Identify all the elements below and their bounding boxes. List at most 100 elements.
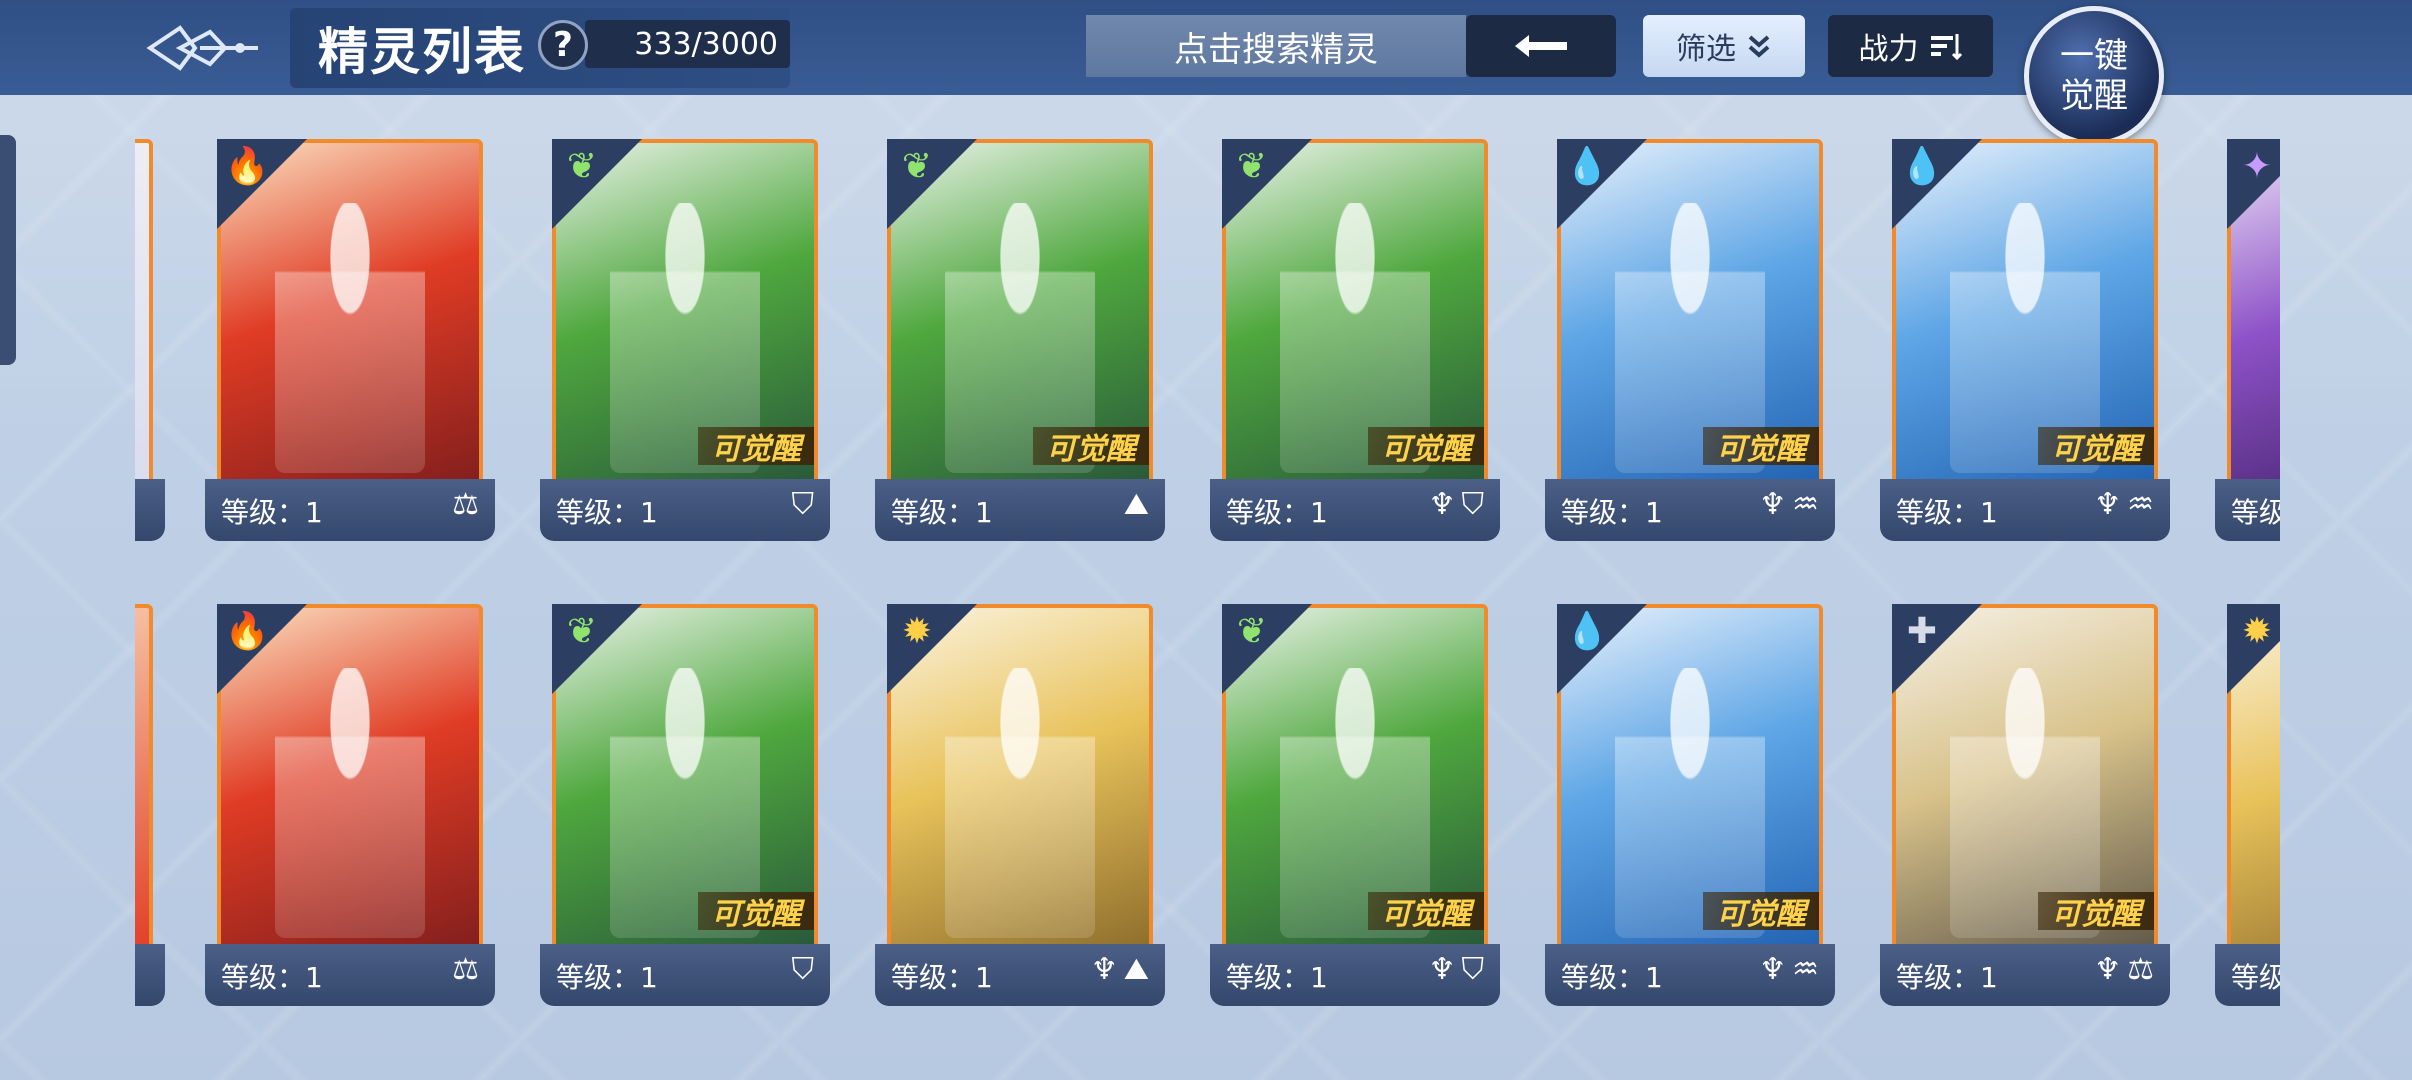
role-icons: ⛰ (1124, 487, 1149, 522)
role-icon: ⛰ (1123, 487, 1149, 522)
spirit-card[interactable]: 💧 可觉醒等级：1 ♆ ♒ (1545, 600, 1835, 1020)
awaken-all-line1: 一键 (2060, 36, 2128, 76)
help-button[interactable]: ? (538, 20, 588, 70)
role-icon: ⚖ (2127, 952, 2154, 987)
leaf-icon: ❦ (566, 146, 598, 187)
spirit-card[interactable]: ❦ 可觉醒等级：1 ♆ ⛉ (1210, 600, 1500, 1020)
sun-icon: ✹ (2241, 611, 2273, 652)
spirit-card[interactable]: 💧 可觉醒等级：1 ♆ ♒ (1880, 135, 2170, 555)
awaken-badge: 可觉醒 (1368, 892, 1484, 932)
role-icons: ♆ ♒ (1759, 487, 1819, 522)
role-icon: ♆ (1759, 952, 1787, 987)
role-icons: ♆ ⛰ (1091, 952, 1149, 987)
water-drop-icon: 💧 (1899, 146, 1945, 187)
spirit-figure (945, 668, 1095, 938)
role-icons: ⚖ (452, 952, 479, 987)
spirit-figure (275, 668, 425, 938)
role-icon: ♆ (2094, 487, 2122, 522)
role-icons: ♆ ⛉ (1429, 487, 1484, 522)
dark-icon: ✦ (2241, 146, 2273, 187)
role-icon: ♒ (2127, 487, 2154, 522)
card-footer (135, 944, 165, 1006)
spirit-card[interactable]: 🔥 等级：1 ⚖ (205, 135, 495, 555)
spirit-card[interactable]: 🔥 等级：1 ⚖ (205, 600, 495, 1020)
role-icon: ⛉ (1461, 487, 1485, 522)
sun-icon: ✹ (901, 611, 933, 652)
role-icons: ⛉ (792, 952, 815, 987)
cross-icon: ✚ (1906, 611, 1938, 652)
card-footer (135, 479, 165, 541)
awaken-badge: 可觉醒 (1703, 892, 1819, 932)
level-label: 等级：1 (891, 961, 993, 994)
role-icon: ⚖ (452, 952, 479, 987)
spirit-card-grid: 🔥 等级：1 ⚖ ❦ 可觉醒 等级：1 ⛉ ❦ 可觉醒 等级：1 ⛰ ❦ 可觉醒 等级：1 ♆ ⛉ 💧 可觉醒 等级… (135, 135, 2280, 1035)
back-button[interactable] (1466, 15, 1616, 77)
one-click-awaken-button[interactable]: 一键 觉醒 (2024, 6, 2164, 146)
level-label: 等级：1 (1226, 961, 1328, 994)
spirit-card[interactable]: ❦ 可觉醒 等级：1 ♆ ⛉ (1210, 135, 1500, 555)
role-icon: ♆ (1428, 487, 1456, 522)
role-icon: ♒ (1792, 487, 1819, 522)
awaken-badge: 可觉醒 (698, 892, 814, 932)
level-label: 等级：1 (1226, 496, 1328, 529)
spirit-card[interactable]: ✹ 等级：1 ♆ ⛰ (875, 600, 1165, 1020)
arrow-left-icon (1515, 35, 1567, 57)
role-icon: ♆ (2094, 952, 2122, 987)
spirit-card[interactable]: ❦ 可觉醒等级：1 ⛉ (540, 135, 830, 555)
spirit-card[interactable]: ✦ 等级 (2215, 135, 2280, 555)
level-label: 等级：1 (1896, 496, 1998, 529)
sort-label: 战力 (1858, 32, 1919, 67)
leaf-icon: ❦ (566, 611, 598, 652)
role-icon: ♒ (1792, 952, 1819, 987)
filter-button[interactable]: 筛选 (1643, 15, 1805, 77)
spirit-art (135, 604, 153, 964)
logo-icon (146, 25, 258, 71)
filter-label: 筛选 (1676, 32, 1736, 67)
search-input[interactable]: 点击搜索精灵 (1086, 15, 1466, 77)
level-label: 等级：1 (1561, 496, 1663, 529)
sort-power-button[interactable]: 战力 (1828, 15, 1993, 77)
level-label: 等级：1 (221, 961, 323, 994)
leaf-icon: ❦ (1236, 611, 1268, 652)
awaken-badge: 可觉醒 (698, 427, 814, 467)
role-icons: ♆ ♒ (1759, 952, 1819, 987)
spirit-card[interactable]: ✹ 等级 (2215, 600, 2280, 1020)
role-icon: ⛉ (1461, 952, 1485, 987)
role-icon: ⛉ (791, 487, 815, 522)
level-label: 等级：1 (221, 496, 323, 529)
level-label: 等级：1 (891, 496, 993, 529)
spirit-card[interactable]: ❦ 可觉醒等级：1 ⛉ (540, 600, 830, 1020)
chevron-double-down-icon (1748, 35, 1770, 58)
role-icon: ⛰ (1123, 952, 1149, 987)
water-drop-icon: 💧 (1564, 611, 1610, 652)
leaf-icon: ❦ (1236, 146, 1268, 187)
role-icons: ♆ ♒ (2094, 487, 2154, 522)
level-label: 等级 (2231, 496, 2280, 529)
level-label: 等级 (2231, 961, 2280, 994)
level-label: 等级：1 (1561, 961, 1663, 994)
spirit-card[interactable]: 💧 可觉醒 等级：1 ♆ ♒ (1545, 135, 1835, 555)
level-label: 等级：1 (556, 496, 658, 529)
side-scroll-tab[interactable] (0, 135, 16, 365)
leaf-icon: ❦ (901, 146, 933, 187)
role-icon: ♆ (1428, 952, 1456, 987)
page-title: 精灵列表 (318, 23, 526, 81)
spirit-card[interactable]: ✚ 可觉醒 等级：1 ♆ ⚖ (1880, 600, 2170, 1020)
spirit-card-partial[interactable] (135, 600, 165, 1020)
level-label: 等级：1 (556, 961, 658, 994)
role-icons: ⛉ (792, 487, 815, 522)
level-label: 等级：1 (1896, 961, 1998, 994)
role-icons: ♆ ⛉ (1429, 952, 1484, 987)
fire-icon: 🔥 (224, 146, 270, 187)
role-icon: ♆ (1759, 487, 1787, 522)
fire-icon: 🔥 (224, 611, 270, 652)
spirit-card[interactable]: ❦ 可觉醒 等级：1 ⛰ (875, 135, 1165, 555)
awaken-badge: 可觉醒 (2038, 427, 2154, 467)
sort-icon (1930, 34, 1962, 60)
spirit-art (135, 139, 153, 499)
spirit-card-partial[interactable] (135, 135, 165, 555)
role-icon: ⚖ (452, 487, 479, 522)
awaken-all-line2: 觉醒 (2060, 76, 2128, 116)
collection-count: 333/3000 (585, 20, 790, 68)
role-icons: ♆ ⚖ (2094, 952, 2154, 987)
